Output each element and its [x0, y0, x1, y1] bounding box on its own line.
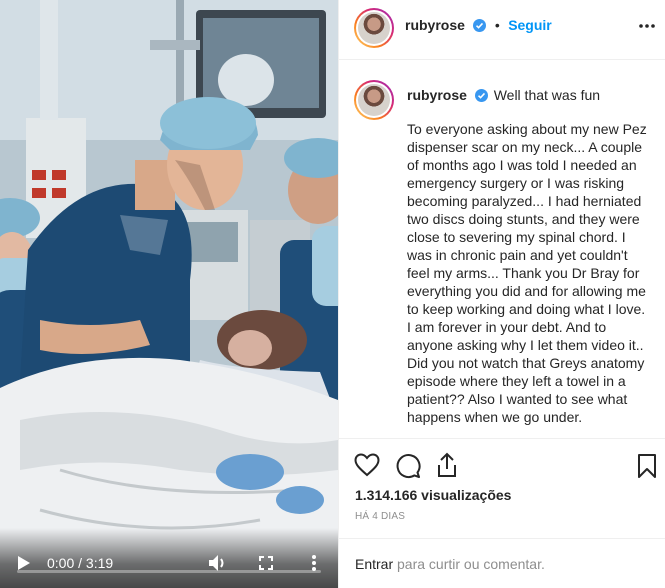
caption: rubyrose Well that was fun To everyone a… [407, 86, 652, 426]
share-button[interactable] [435, 452, 461, 478]
caption-username[interactable]: rubyrose [407, 87, 467, 103]
more-vertical-icon [312, 555, 316, 571]
login-prompt: Entrar para curtir ou comentar. [355, 556, 545, 572]
share-icon [438, 452, 456, 477]
follow-button[interactable]: Seguir [508, 17, 552, 33]
bookmark-icon [638, 454, 656, 478]
post-date[interactable]: HÁ 4 DIAS [355, 511, 405, 522]
avatar[interactable] [354, 8, 394, 48]
caption-body: To everyone asking about my new Pez disp… [407, 121, 651, 425]
login-link[interactable]: Entrar [355, 556, 393, 572]
time-separator: / [74, 555, 86, 571]
comment-button[interactable] [395, 453, 421, 479]
view-count[interactable]: 1.314.166 visualizações [355, 487, 511, 503]
login-prompt-text: para curtir ou comentar. [393, 556, 545, 572]
more-horizontal-icon [639, 24, 655, 28]
video-player[interactable]: 0:00 / 3:19 [0, 0, 338, 588]
verified-badge-icon [474, 89, 488, 102]
header-username[interactable]: rubyrose [405, 17, 465, 33]
caption-avatar[interactable] [354, 80, 394, 120]
current-time: 0:00 [47, 555, 75, 571]
add-comment-section: Entrar para curtir ou comentar. [339, 538, 665, 588]
post-options-button[interactable] [638, 16, 658, 36]
duration: 3:19 [85, 555, 114, 571]
comments-area: rubyrose Well that was fun To everyone a… [339, 60, 665, 438]
progress-bar[interactable] [17, 570, 321, 573]
actions-bar: 1.314.166 visualizações HÁ 4 DIAS [339, 438, 665, 538]
comment-icon [396, 454, 421, 479]
heart-icon [354, 453, 380, 477]
caption-title: Well that was fun [493, 87, 601, 103]
fullscreen-icon [259, 556, 273, 570]
verified-badge-icon [473, 19, 487, 32]
save-button[interactable] [637, 453, 659, 479]
like-button[interactable] [354, 453, 380, 479]
post-header: rubyrose • Seguir [339, 0, 665, 60]
separator-dot: • [494, 17, 500, 33]
post-panel: rubyrose • Seguir rubyrose Well that was… [338, 0, 665, 588]
play-icon [18, 556, 30, 570]
video-frame [0, 0, 338, 588]
video-controls: 0:00 / 3:19 [0, 528, 338, 588]
